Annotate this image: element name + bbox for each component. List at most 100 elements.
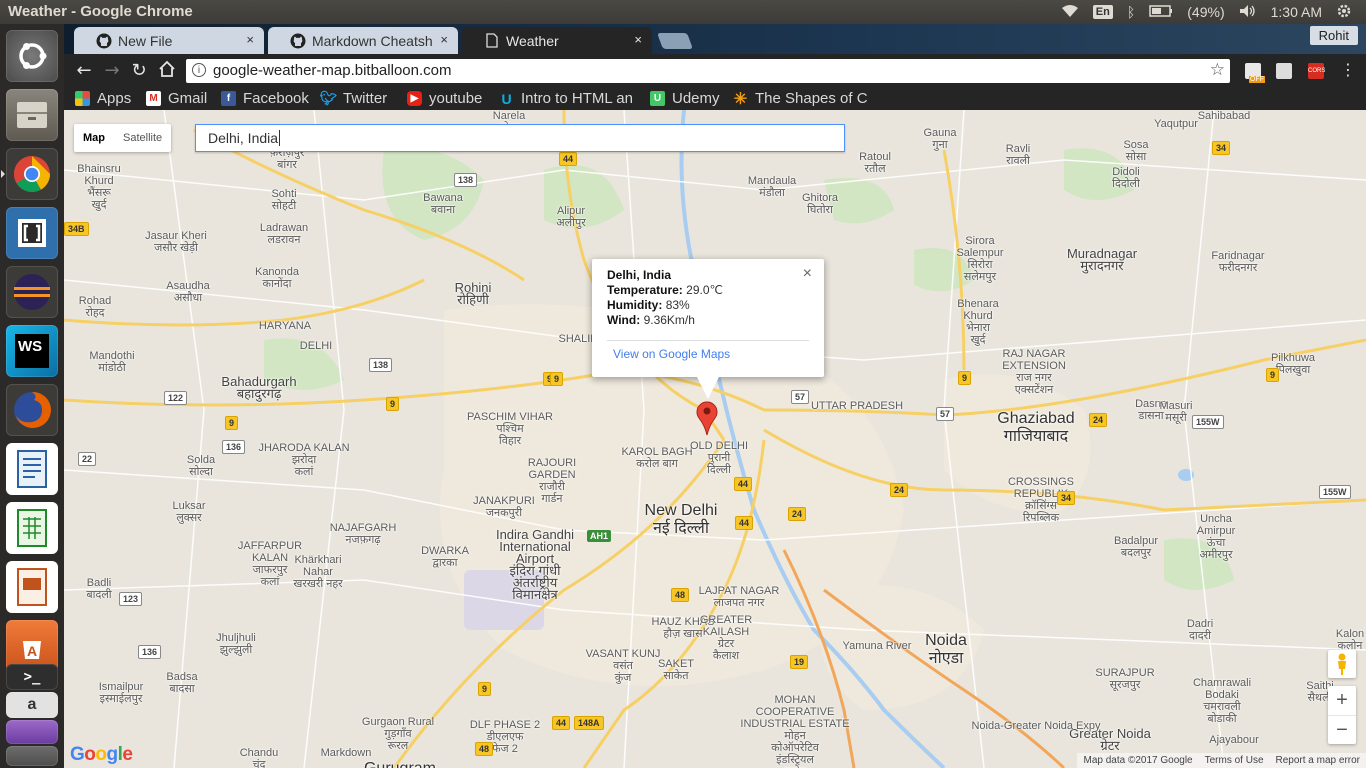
google-logo[interactable]: Google bbox=[70, 744, 133, 766]
bookmark-star-icon[interactable]: ☆ bbox=[1210, 60, 1225, 80]
map-place-label: Bawana बवाना bbox=[423, 192, 463, 216]
map-place-label: UTTAR PRADESH bbox=[810, 400, 904, 412]
map-place-label: Ratoul रतौल bbox=[859, 151, 891, 175]
eclipse-icon[interactable] bbox=[6, 266, 58, 318]
terms-of-use-link[interactable]: Terms of Use bbox=[1205, 753, 1264, 768]
google-map[interactable]: Rohini रोहिणी New Delhi नई दिल्ली Ghaziaba… bbox=[64, 110, 1366, 768]
settings-gear-icon[interactable] bbox=[1336, 3, 1352, 22]
terminal-icon[interactable]: >_ bbox=[6, 664, 58, 690]
location-marker-pin-icon[interactable] bbox=[696, 400, 718, 440]
url-text[interactable]: google-weather-map.bitballoon.com bbox=[213, 62, 451, 79]
new-tab-button[interactable] bbox=[657, 33, 693, 49]
bookmark-shapes-of-css[interactable]: ✳ The Shapes of C bbox=[733, 90, 873, 107]
map-place-label: JANAKPURI जनकपुरी bbox=[473, 495, 535, 519]
tab-weather[interactable]: Weather × bbox=[462, 27, 652, 54]
map-place-label: Ladrawan लडरावन bbox=[259, 222, 309, 246]
udemy-icon: U bbox=[650, 91, 665, 106]
github-icon bbox=[290, 33, 306, 49]
map-place-label: Kalon कलोन bbox=[1335, 628, 1365, 652]
zoom-out-button[interactable]: − bbox=[1328, 716, 1356, 745]
close-icon[interactable]: × bbox=[803, 265, 812, 283]
map-data-attribution: Map data ©2017 Google bbox=[1083, 755, 1193, 766]
profile-button[interactable]: Rohit bbox=[1309, 26, 1358, 45]
report-map-error-link[interactable]: Report a map error bbox=[1276, 753, 1360, 768]
home-icon[interactable] bbox=[155, 60, 179, 82]
stacked-windows-icon[interactable] bbox=[6, 720, 58, 744]
ubuntu-dash-icon[interactable] bbox=[6, 30, 58, 82]
volume-icon[interactable] bbox=[1239, 4, 1257, 21]
view-on-google-maps-link[interactable]: View on Google Maps bbox=[613, 347, 730, 361]
map-place-label: Jasaur Kheri जसौर खेड़ी bbox=[145, 230, 207, 254]
bookmark-udemy[interactable]: U Udemy bbox=[650, 90, 720, 107]
map-place-label: Gurgaon Rural गुड़गाँव रूरल bbox=[361, 716, 435, 752]
bookmark-apps[interactable]: Apps bbox=[75, 90, 131, 107]
trash-icon[interactable] bbox=[6, 746, 58, 766]
reload-icon[interactable]: ↻ bbox=[127, 60, 151, 82]
browser-tab-bar: New File × Markdown Cheatsh × Weather × … bbox=[64, 24, 1366, 54]
extension-cors-icon[interactable]: CORS bbox=[1308, 63, 1325, 79]
webstorm-icon[interactable]: WS bbox=[6, 325, 58, 377]
wind-label: Wind: bbox=[607, 313, 641, 327]
libreoffice-writer-icon[interactable] bbox=[6, 443, 58, 495]
brackets-icon[interactable] bbox=[6, 207, 58, 259]
bluetooth-icon[interactable]: ᛒ bbox=[1127, 4, 1135, 20]
menu-kebab-icon[interactable]: ⋮ bbox=[1336, 60, 1360, 82]
libreoffice-calc-icon[interactable] bbox=[6, 502, 58, 554]
address-bar[interactable]: i google-weather-map.bitballoon.com ☆ bbox=[186, 59, 1230, 83]
map-place-label: Noida-Greater Noida Expy bbox=[971, 720, 1101, 732]
svg-text:A: A bbox=[27, 643, 37, 659]
close-icon[interactable]: × bbox=[634, 32, 642, 47]
map-place-label: VASANT KUNJ वसंत कुंज bbox=[585, 648, 661, 684]
map-place-label: Jhuljhuli झुल्झुली bbox=[216, 632, 256, 656]
tab-markdown-cheatsheet[interactable]: Markdown Cheatsh × bbox=[268, 27, 458, 54]
map-place-label: Masuri मसूरी bbox=[1159, 400, 1193, 424]
battery-icon[interactable] bbox=[1149, 4, 1173, 20]
forward-arrow-icon[interactable]: → bbox=[100, 60, 124, 82]
location-search-input[interactable]: Delhi, India bbox=[195, 124, 845, 152]
map-place-label: Sahibabad bbox=[1197, 110, 1251, 122]
street-view-pegman-icon[interactable] bbox=[1328, 650, 1356, 678]
back-arrow-icon[interactable]: ← bbox=[72, 60, 96, 82]
extension-home-off-icon[interactable]: OFF bbox=[1245, 63, 1265, 83]
firefox-icon[interactable] bbox=[6, 384, 58, 436]
map-place-label: NAJAFGARH नजफ़गढ़ bbox=[329, 522, 397, 546]
map-type-control: Map Satellite bbox=[74, 124, 172, 152]
highway-shield: 24 bbox=[788, 507, 807, 521]
extension-cast-icon[interactable] bbox=[1276, 63, 1292, 79]
amazon-icon[interactable]: a bbox=[6, 692, 58, 718]
chrome-icon[interactable] bbox=[1, 148, 58, 200]
bookmark-facebook[interactable]: f Facebook bbox=[221, 90, 309, 107]
map-place-label: Bahadurgarh बहादुरगढ़ bbox=[221, 374, 297, 401]
map-place-label: PASCHIM VIHAR पश्चिम विहार bbox=[467, 411, 553, 447]
highway-shield: 19 bbox=[790, 655, 809, 669]
map-place-label: OLD DELHI पुरानी दिल्ली bbox=[689, 440, 749, 476]
map-place-label: RAJOURI GARDEN राजौरी गार्डन bbox=[527, 457, 577, 505]
map-place-label: Faridnagar फरीदनगर bbox=[1211, 250, 1265, 274]
map-place-label: Ghaziabad गाजियाबाद bbox=[997, 410, 1075, 445]
map-type-satellite-button[interactable]: Satellite bbox=[114, 124, 171, 152]
bookmark-youtube[interactable]: ▶ youtube bbox=[407, 90, 482, 107]
highway-shield: 9 bbox=[225, 416, 239, 430]
page-icon bbox=[484, 33, 500, 49]
highway-shield: 57 bbox=[936, 407, 955, 421]
bookmark-gmail[interactable]: M Gmail bbox=[146, 90, 207, 107]
close-icon[interactable]: × bbox=[246, 32, 254, 47]
bookmark-udacity[interactable]: U Intro to HTML an bbox=[499, 90, 637, 107]
info-icon[interactable]: i bbox=[192, 63, 206, 77]
map-place-label: Dadri दादरी bbox=[1186, 618, 1214, 642]
close-icon[interactable]: × bbox=[440, 32, 448, 47]
files-icon[interactable] bbox=[6, 89, 58, 141]
highway-shield: AH1 bbox=[587, 530, 612, 542]
keyboard-language-indicator[interactable]: En bbox=[1092, 5, 1113, 19]
map-type-map-button[interactable]: Map bbox=[74, 124, 114, 152]
map-place-label: DWARKA द्वारका bbox=[421, 545, 469, 569]
browser-toolbar: ← → ↻ i google-weather-map.bitballoon.co… bbox=[64, 54, 1366, 88]
map-place-label: Badalpur बदलपुर bbox=[1113, 535, 1159, 559]
wifi-icon[interactable] bbox=[1061, 4, 1079, 21]
clock[interactable]: 1:30 AM bbox=[1271, 4, 1322, 20]
libreoffice-impress-icon[interactable] bbox=[6, 561, 58, 613]
highway-shield: 44 bbox=[735, 516, 754, 530]
bookmark-twitter[interactable]: 🐦︎ Twitter bbox=[320, 90, 388, 107]
tab-new-file[interactable]: New File × bbox=[74, 27, 264, 54]
zoom-in-button[interactable]: + bbox=[1328, 686, 1356, 716]
